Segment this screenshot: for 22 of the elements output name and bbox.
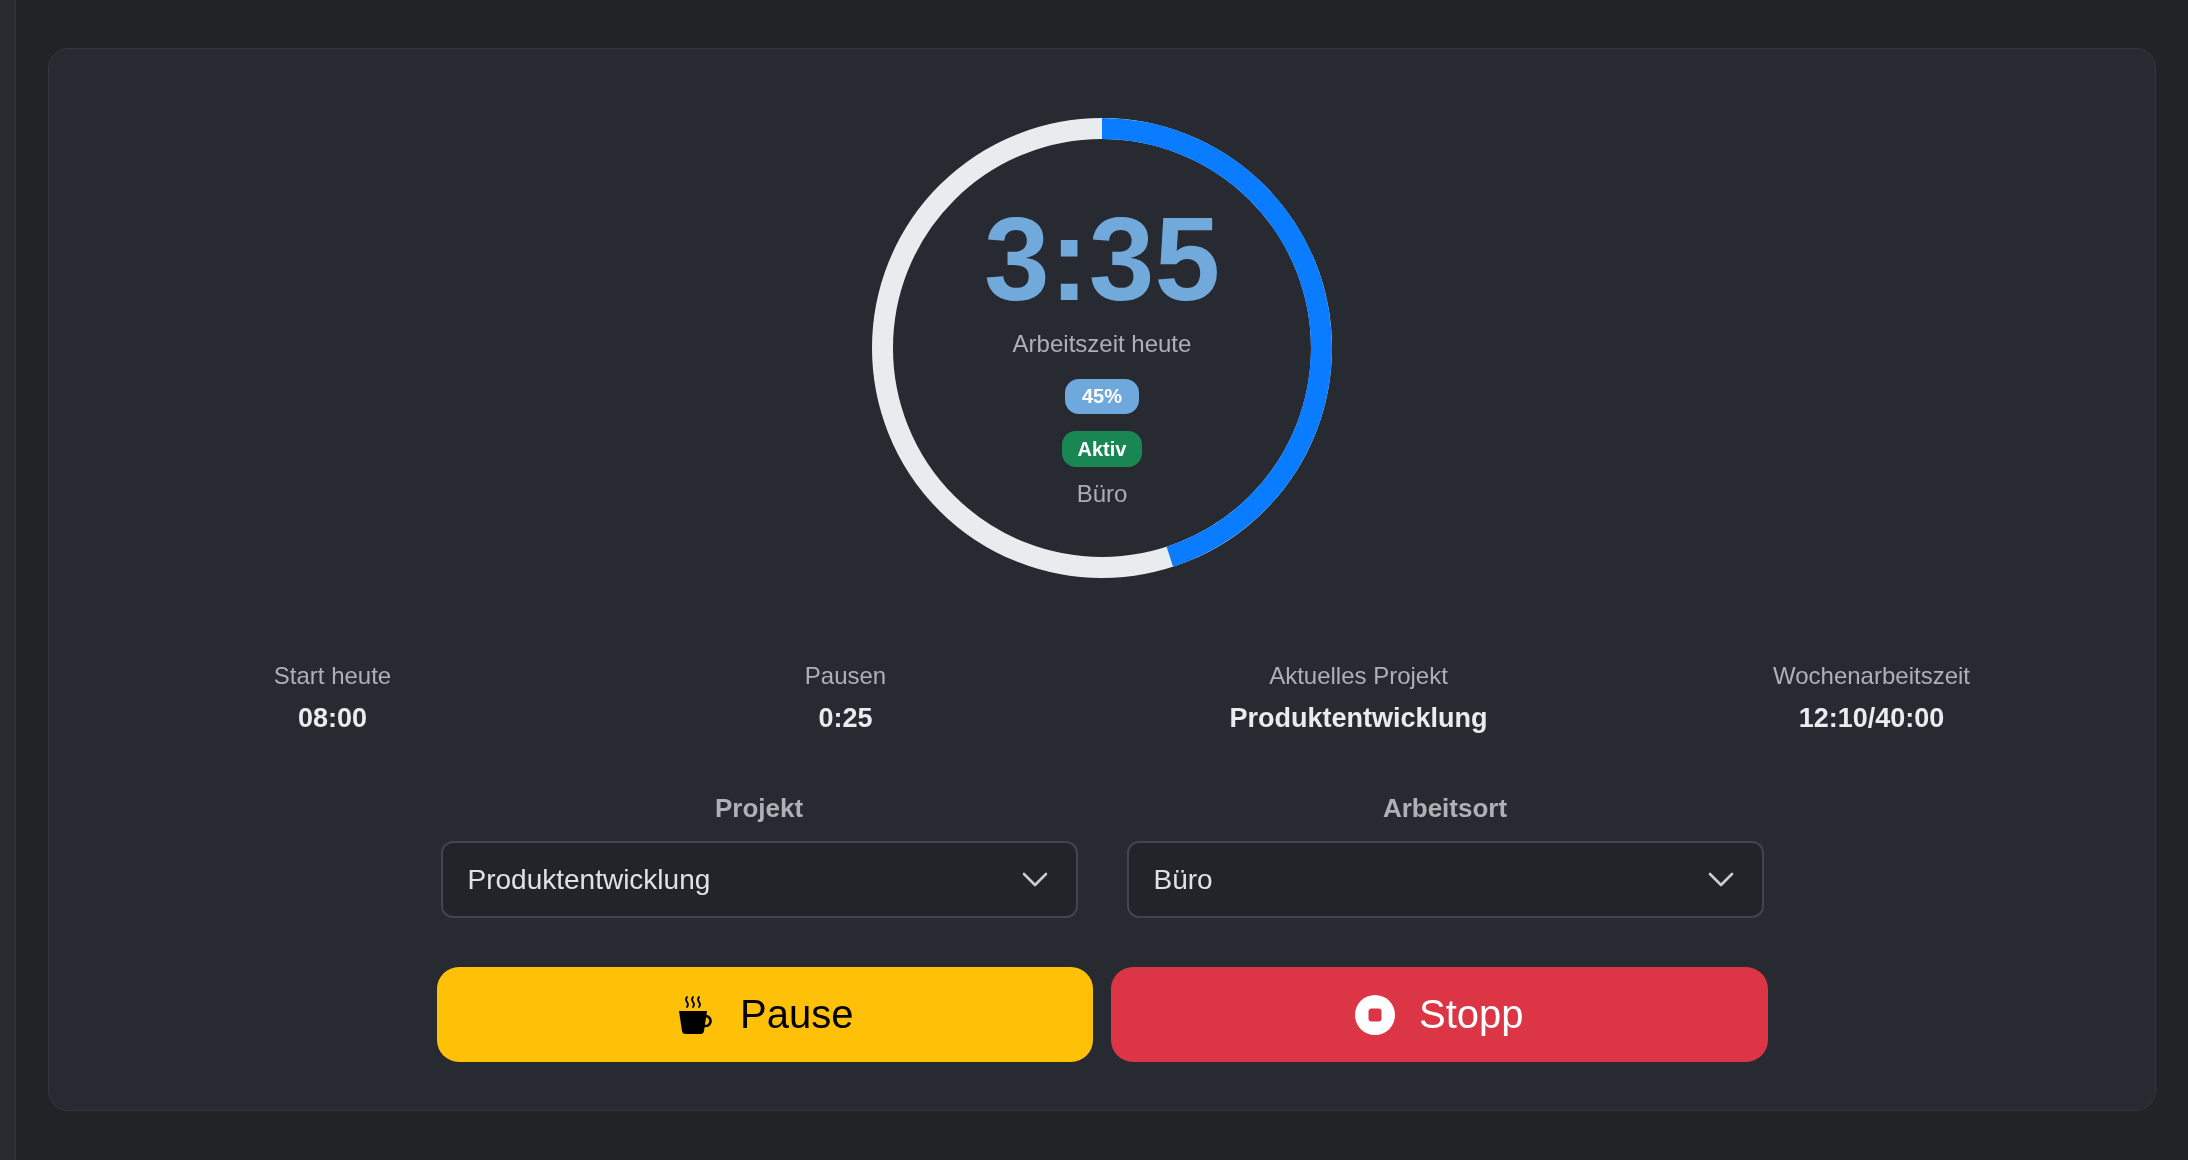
timer-value: 3:35 xyxy=(983,200,1221,318)
field-label: Arbeitsort xyxy=(1382,792,1508,824)
pause-button[interactable]: Pause xyxy=(436,967,1093,1062)
percent-badge: 45% xyxy=(1065,379,1139,414)
stat-label: Wochenarbeitszeit xyxy=(1773,661,1970,691)
stat-value: Produktentwicklung xyxy=(1229,702,1488,735)
stop-icon xyxy=(1355,994,1395,1035)
dropdown[interactable]: Büro xyxy=(1126,841,1764,918)
stat-value: 12:10/40:00 xyxy=(1798,702,1945,735)
stat-label: Start heute xyxy=(273,661,392,691)
timer-caption: Arbeitszeit heute xyxy=(1012,329,1192,359)
chevron-down-icon xyxy=(1021,871,1048,888)
stop-button[interactable]: Stopp xyxy=(1111,967,1768,1062)
stat-label: Aktuelles Projekt xyxy=(1269,661,1448,691)
status-badge: Aktiv xyxy=(1061,431,1143,467)
stat-value: 08:00 xyxy=(297,702,368,735)
location-label: Büro xyxy=(1076,479,1128,509)
chevron-down-icon xyxy=(1707,871,1734,888)
stat-value: 0:25 xyxy=(818,702,873,735)
field-label: Projekt xyxy=(714,792,804,824)
stat-label: Pausen xyxy=(804,661,887,691)
dropdown[interactable]: Produktentwicklung xyxy=(440,841,1078,918)
